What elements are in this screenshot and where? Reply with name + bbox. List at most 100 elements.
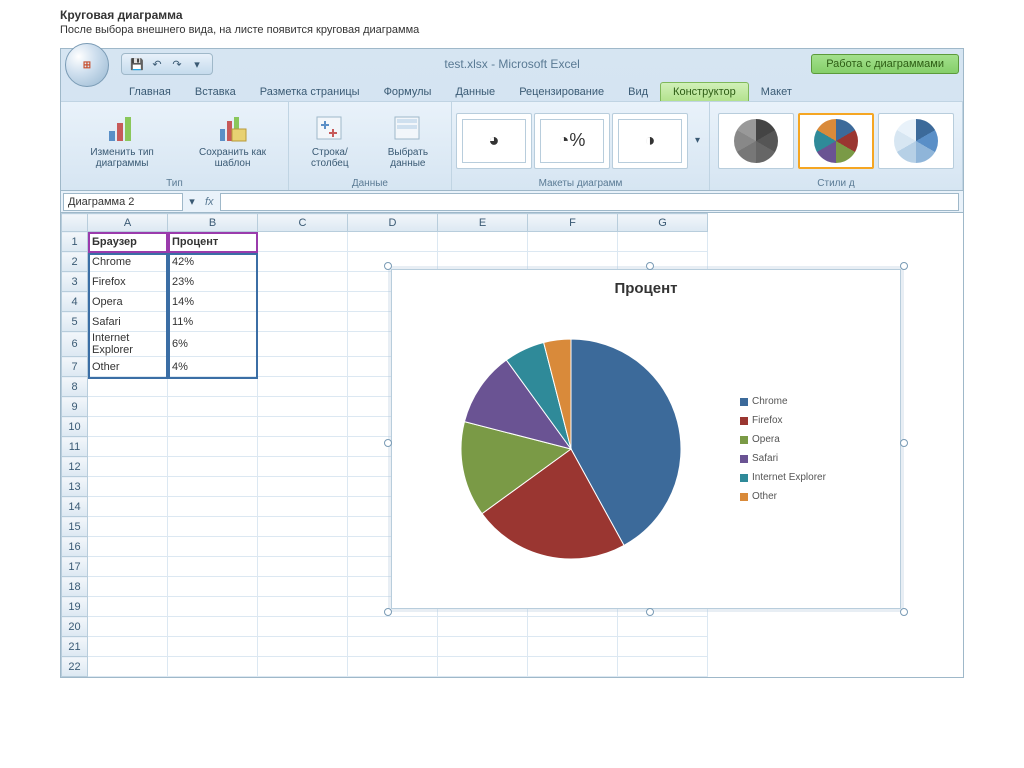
cell[interactable] bbox=[168, 597, 258, 617]
cell[interactable] bbox=[258, 577, 348, 597]
cell[interactable] bbox=[258, 457, 348, 477]
layouts-more-button[interactable]: ▾ bbox=[690, 132, 705, 149]
cell[interactable] bbox=[168, 617, 258, 637]
row-header[interactable]: 18 bbox=[62, 577, 88, 597]
cell[interactable] bbox=[88, 477, 168, 497]
cell[interactable]: 6% bbox=[168, 332, 258, 357]
cell[interactable] bbox=[348, 657, 438, 677]
row-header[interactable]: 5 bbox=[62, 312, 88, 332]
row-header[interactable]: 11 bbox=[62, 437, 88, 457]
chart-layout-2[interactable]: ◔% bbox=[534, 113, 610, 169]
select-all-corner[interactable] bbox=[62, 214, 88, 232]
cell[interactable] bbox=[168, 397, 258, 417]
cell[interactable] bbox=[258, 232, 348, 252]
cell[interactable] bbox=[528, 637, 618, 657]
row-header[interactable]: 22 bbox=[62, 657, 88, 677]
cell[interactable] bbox=[168, 497, 258, 517]
cell[interactable] bbox=[168, 457, 258, 477]
switch-row-column-button[interactable]: Строка/столбец bbox=[293, 110, 367, 172]
tab-Макет[interactable]: Макет bbox=[749, 83, 804, 101]
resize-handle[interactable] bbox=[384, 608, 392, 616]
cell[interactable]: Internet Explorer bbox=[88, 332, 168, 357]
tab-Вставка[interactable]: Вставка bbox=[183, 83, 248, 101]
cell[interactable] bbox=[258, 657, 348, 677]
cell[interactable] bbox=[88, 637, 168, 657]
redo-icon[interactable]: ↷ bbox=[168, 55, 186, 73]
row-header[interactable]: 14 bbox=[62, 497, 88, 517]
row-header[interactable]: 19 bbox=[62, 597, 88, 617]
cell[interactable] bbox=[258, 292, 348, 312]
cell[interactable] bbox=[348, 637, 438, 657]
tab-Разметка страницы[interactable]: Разметка страницы bbox=[248, 83, 372, 101]
cell[interactable] bbox=[168, 537, 258, 557]
column-header[interactable]: E bbox=[438, 214, 528, 232]
resize-handle[interactable] bbox=[384, 262, 392, 270]
cell[interactable]: 11% bbox=[168, 312, 258, 332]
cell[interactable]: Other bbox=[88, 357, 168, 377]
cell[interactable] bbox=[168, 557, 258, 577]
cell[interactable] bbox=[618, 657, 708, 677]
fx-icon[interactable]: fx bbox=[199, 196, 220, 208]
cell[interactable] bbox=[258, 417, 348, 437]
cell[interactable] bbox=[438, 657, 528, 677]
cell[interactable] bbox=[168, 477, 258, 497]
cell[interactable] bbox=[168, 377, 258, 397]
cell[interactable] bbox=[88, 497, 168, 517]
row-header[interactable]: 7 bbox=[62, 357, 88, 377]
cell[interactable] bbox=[438, 617, 528, 637]
cell[interactable] bbox=[168, 637, 258, 657]
cell[interactable] bbox=[258, 557, 348, 577]
column-header[interactable]: D bbox=[348, 214, 438, 232]
cell[interactable]: Chrome bbox=[88, 252, 168, 272]
cell[interactable] bbox=[88, 597, 168, 617]
cell[interactable] bbox=[168, 657, 258, 677]
office-button[interactable]: ⊞ bbox=[65, 43, 109, 87]
cell[interactable] bbox=[258, 312, 348, 332]
tab-Главная[interactable]: Главная bbox=[117, 83, 183, 101]
cell[interactable] bbox=[258, 272, 348, 292]
cell[interactable]: Opera bbox=[88, 292, 168, 312]
save-icon[interactable]: 💾 bbox=[128, 55, 146, 73]
column-header[interactable]: B bbox=[168, 214, 258, 232]
column-header[interactable]: F bbox=[528, 214, 618, 232]
cell[interactable] bbox=[528, 617, 618, 637]
cell[interactable] bbox=[258, 617, 348, 637]
resize-handle[interactable] bbox=[900, 262, 908, 270]
tab-Рецензирование[interactable]: Рецензирование bbox=[507, 83, 616, 101]
cell[interactable] bbox=[528, 232, 618, 252]
cell[interactable] bbox=[88, 517, 168, 537]
resize-handle[interactable] bbox=[900, 608, 908, 616]
chart-object[interactable]: Процент ChromeFirefoxOperaSafariInternet… bbox=[391, 269, 901, 609]
row-header[interactable]: 9 bbox=[62, 397, 88, 417]
cell[interactable] bbox=[258, 537, 348, 557]
cell[interactable] bbox=[88, 557, 168, 577]
cell[interactable] bbox=[438, 232, 528, 252]
row-header[interactable]: 1 bbox=[62, 232, 88, 252]
row-header[interactable]: 17 bbox=[62, 557, 88, 577]
cell[interactable] bbox=[618, 617, 708, 637]
tab-Конструктор[interactable]: Конструктор bbox=[660, 82, 749, 101]
row-header[interactable]: 15 bbox=[62, 517, 88, 537]
row-header[interactable]: 8 bbox=[62, 377, 88, 397]
name-box-dropdown-icon[interactable]: ▾ bbox=[185, 195, 199, 208]
cell[interactable]: 4% bbox=[168, 357, 258, 377]
cell[interactable] bbox=[88, 397, 168, 417]
tab-Формулы[interactable]: Формулы bbox=[372, 83, 444, 101]
cell[interactable] bbox=[258, 637, 348, 657]
resize-handle[interactable] bbox=[646, 262, 654, 270]
resize-handle[interactable] bbox=[900, 439, 908, 447]
cell[interactable] bbox=[168, 517, 258, 537]
cell[interactable] bbox=[258, 377, 348, 397]
cell[interactable] bbox=[258, 497, 348, 517]
chart-style-2[interactable] bbox=[798, 113, 874, 169]
column-header[interactable]: G bbox=[618, 214, 708, 232]
cell[interactable] bbox=[88, 417, 168, 437]
resize-handle[interactable] bbox=[646, 608, 654, 616]
column-header[interactable]: A bbox=[88, 214, 168, 232]
cell[interactable] bbox=[168, 577, 258, 597]
worksheet[interactable]: ABCDEFG1БраузерПроцент2Chrome42%3Firefox… bbox=[61, 213, 963, 677]
row-header[interactable]: 10 bbox=[62, 417, 88, 437]
cell[interactable]: Процент bbox=[168, 232, 258, 252]
qat-dropdown-icon[interactable]: ▾ bbox=[188, 55, 206, 73]
cell[interactable]: 14% bbox=[168, 292, 258, 312]
